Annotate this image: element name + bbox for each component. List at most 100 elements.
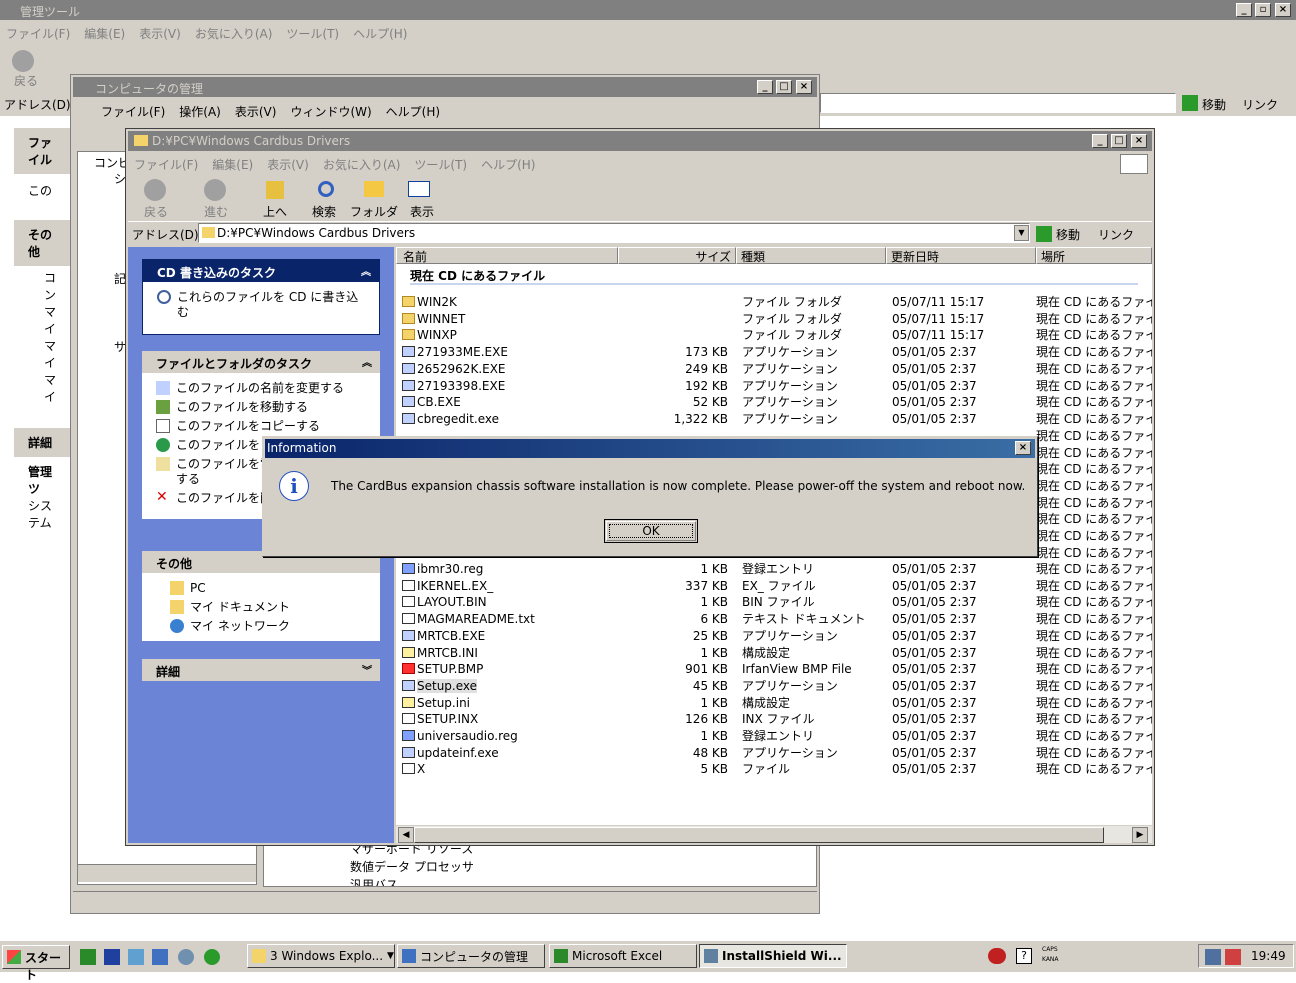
file-row[interactable]: SETUP.INX 126 KB INX ファイル 05/01/05 2:37 現在 C… bbox=[400, 711, 1152, 728]
move-link[interactable]: このファイルを移動する bbox=[142, 398, 380, 417]
file-row[interactable]: WINXP ファイル フォルダ 05/07/11 15:17 現在 CD にあるファイ bbox=[400, 327, 1152, 344]
file-row[interactable]: SETUP.BMP 901 KB IrfanView BMP File 05/01/0… bbox=[400, 661, 1152, 678]
file-row[interactable]: Setup.ini 1 KB 構成設定 05/01/05 2:37 現在 CD にあるフ… bbox=[400, 695, 1152, 712]
explorer-maximize-button[interactable]: □ bbox=[1111, 134, 1127, 148]
notepad-quicklaunch-icon[interactable] bbox=[128, 949, 144, 965]
mmc-menu-window[interactable]: ウィンドウ(W) bbox=[290, 103, 371, 120]
col-name[interactable]: 名前 bbox=[396, 247, 618, 264]
mmc-menu-view[interactable]: 表示(V) bbox=[235, 103, 277, 120]
explorer-close-button[interactable]: × bbox=[1131, 134, 1147, 148]
explorer-titlebar[interactable]: D:¥PC¥Windows Cardbus Drivers bbox=[128, 131, 1152, 151]
bg-go-label[interactable]: 移動 bbox=[1202, 96, 1226, 113]
col-location[interactable]: 場所 bbox=[1036, 247, 1152, 264]
bg-window-titlebar[interactable]: 管理ツール bbox=[0, 0, 1296, 20]
search-icon[interactable] bbox=[318, 181, 334, 197]
links-label[interactable]: リンク bbox=[1098, 226, 1134, 243]
bg-menu-tools[interactable]: ツール(T) bbox=[286, 25, 339, 42]
bg-menu-view[interactable]: 表示(V) bbox=[139, 25, 181, 42]
explorer-minimize-button[interactable]: _ bbox=[1092, 134, 1108, 148]
place-my-documents-link[interactable]: マイ ドキュメント bbox=[156, 598, 380, 617]
address-dropdown-button[interactable]: ▼ bbox=[1014, 225, 1029, 241]
folders-icon[interactable] bbox=[364, 181, 384, 197]
dialog-close-button[interactable]: × bbox=[1015, 441, 1031, 455]
scroll-thumb[interactable] bbox=[414, 827, 1104, 843]
file-list-hscroll[interactable]: ◀ ▶ bbox=[396, 825, 1152, 843]
back-icon[interactable] bbox=[144, 179, 166, 201]
mmc-maximize-button[interactable]: □ bbox=[776, 80, 792, 94]
go-arrow-icon[interactable] bbox=[1036, 226, 1052, 242]
mmc-tree-hscroll[interactable] bbox=[78, 864, 256, 882]
file-row[interactable]: CB.EXE 52 KB アプリケーション 05/01/05 2:37 現在 CD にあ… bbox=[400, 394, 1152, 411]
bg-address-input[interactable] bbox=[820, 93, 1176, 113]
file-task-header[interactable]: ファイルとフォルダのタスク ︽ bbox=[142, 351, 380, 373]
bg-back-icon[interactable] bbox=[12, 50, 34, 72]
up-folder-icon[interactable] bbox=[266, 181, 284, 199]
file-row[interactable]: universaudio.reg 1 KB 登録エントリ 05/01/05 2:37 現… bbox=[400, 728, 1152, 745]
ime-icon[interactable] bbox=[988, 948, 1006, 964]
file-row[interactable]: IKERNEL.EX_ 337 KB EX_ ファイル 05/01/05 2:37 現在… bbox=[400, 578, 1152, 595]
file-row[interactable]: X 5 KB ファイル 05/01/05 2:37 現在 CD にあるファイ bbox=[400, 761, 1152, 778]
start-button[interactable]: スタート bbox=[2, 945, 70, 982]
file-row[interactable]: updateinf.exe 48 KB アプリケーション 05/01/05 2:37 現… bbox=[400, 745, 1152, 762]
refresh-quicklaunch-icon[interactable] bbox=[204, 949, 220, 965]
bg-menu-favorites[interactable]: お気に入り(A) bbox=[195, 25, 273, 42]
scroll-left-button[interactable]: ◀ bbox=[398, 827, 414, 843]
app-quicklaunch-icon[interactable] bbox=[152, 949, 168, 965]
file-row[interactable]: MRTCB.EXE 25 KB アプリケーション 05/01/05 2:37 現在 CD… bbox=[400, 628, 1152, 645]
media-quicklaunch-icon[interactable] bbox=[178, 949, 194, 965]
clock[interactable]: 19:49 bbox=[1251, 949, 1286, 963]
bg-links-label[interactable]: リンク bbox=[1242, 96, 1278, 113]
bg-menu-edit[interactable]: 編集(E) bbox=[84, 25, 125, 42]
explorer-menu-help[interactable]: ヘルプ(H) bbox=[481, 156, 535, 173]
excel-quicklaunch-icon[interactable] bbox=[80, 949, 96, 965]
file-row[interactable]: LAYOUT.BIN 1 KB BIN ファイル 05/01/05 2:37 現在 CD… bbox=[400, 594, 1152, 611]
explorer-menu-favorites[interactable]: お気に入り(A) bbox=[323, 156, 401, 173]
cd-task-header[interactable]: CD 書き込みのタスク ︽ bbox=[143, 260, 379, 282]
file-row[interactable]: cbregedit.exe 1,322 KB アプリケーション 05/01/05 2:… bbox=[400, 411, 1152, 428]
mmc-menu-file[interactable]: ファイル(F) bbox=[101, 103, 165, 120]
file-row[interactable]: WIN2K ファイル フォルダ 05/07/11 15:17 現在 CD にあるファイ bbox=[400, 294, 1152, 311]
bg-menu-help[interactable]: ヘルプ(H) bbox=[353, 25, 407, 42]
mmc-device-item[interactable]: 汎用バス bbox=[350, 876, 398, 886]
mmc-titlebar[interactable]: コンピュータの管理 bbox=[73, 77, 817, 97]
mmc-menu-help[interactable]: ヘルプ(H) bbox=[386, 103, 440, 120]
views-icon[interactable] bbox=[408, 181, 430, 197]
dialog-titlebar[interactable]: Information bbox=[265, 439, 1035, 458]
bg-go-arrow-icon[interactable] bbox=[1182, 95, 1198, 111]
file-row[interactable]: 27193398.EXE 192 KB アプリケーション 05/01/05 2:37 現… bbox=[400, 378, 1152, 395]
network-tray-icon[interactable] bbox=[1205, 949, 1221, 965]
file-row-selected[interactable]: Setup.exe 45 KB アプリケーション 05/01/05 2:37 現在 CD… bbox=[400, 678, 1152, 695]
forward-icon[interactable] bbox=[204, 179, 226, 201]
burn-to-cd-link[interactable]: これらのファイルを CD に書き込む bbox=[143, 282, 379, 322]
taskbar-mmc-button[interactable]: コンピュータの管理 bbox=[397, 944, 545, 968]
dialog-ok-button[interactable]: OK bbox=[604, 519, 698, 543]
file-row[interactable]: WINNET ファイル フォルダ 05/07/11 15:17 現在 CD にあるファ… bbox=[400, 311, 1152, 328]
file-row[interactable]: MAGMAREADME.txt 6 KB テキスト ドキュメント 05/01/05 2… bbox=[400, 611, 1152, 628]
address-input[interactable]: D:¥PC¥Windows Cardbus Drivers bbox=[198, 223, 1030, 243]
explorer-menu-view[interactable]: 表示(V) bbox=[267, 156, 309, 173]
bg-close-button[interactable]: × bbox=[1275, 3, 1291, 17]
collapse-chevron-icon[interactable]: ︽ bbox=[361, 263, 371, 278]
col-date[interactable]: 更新日時 bbox=[886, 247, 1036, 264]
bg-maximize-button[interactable]: ▫ bbox=[1255, 3, 1271, 17]
taskbar-explorer-button[interactable]: 3 Windows Explo... ▼ bbox=[247, 944, 395, 968]
go-label[interactable]: 移動 bbox=[1056, 226, 1080, 243]
place-pc-link[interactable]: PC bbox=[156, 579, 380, 598]
mmc-minimize-button[interactable]: _ bbox=[757, 80, 773, 94]
file-row[interactable]: ibmr30.reg 1 KB 登録エントリ 05/01/05 2:37 現在 CD に… bbox=[400, 561, 1152, 578]
taskbar-installshield-button[interactable]: InstallShield Wi... bbox=[699, 944, 847, 968]
security-tray-icon[interactable] bbox=[1225, 949, 1241, 965]
taskbar-excel-button[interactable]: Microsoft Excel bbox=[549, 944, 697, 968]
scroll-right-button[interactable]: ▶ bbox=[1132, 827, 1148, 843]
explorer-menu-tools[interactable]: ツール(T) bbox=[414, 156, 467, 173]
explorer-menu-file[interactable]: ファイル(F) bbox=[134, 156, 198, 173]
mmc-device-item[interactable]: 数値データ プロセッサ bbox=[350, 858, 474, 875]
collapse-chevron-icon[interactable]: ︽ bbox=[362, 354, 372, 369]
word-quicklaunch-icon[interactable] bbox=[104, 949, 120, 965]
file-row[interactable]: 2652962K.EXE 249 KB アプリケーション 05/01/05 2:37 現… bbox=[400, 361, 1152, 378]
mmc-close-button[interactable]: × bbox=[796, 80, 812, 94]
col-type[interactable]: 種類 bbox=[736, 247, 886, 264]
explorer-menu-edit[interactable]: 編集(E) bbox=[212, 156, 253, 173]
mmc-menu-action[interactable]: 操作(A) bbox=[179, 103, 221, 120]
bg-minimize-button[interactable]: _ bbox=[1236, 3, 1252, 17]
